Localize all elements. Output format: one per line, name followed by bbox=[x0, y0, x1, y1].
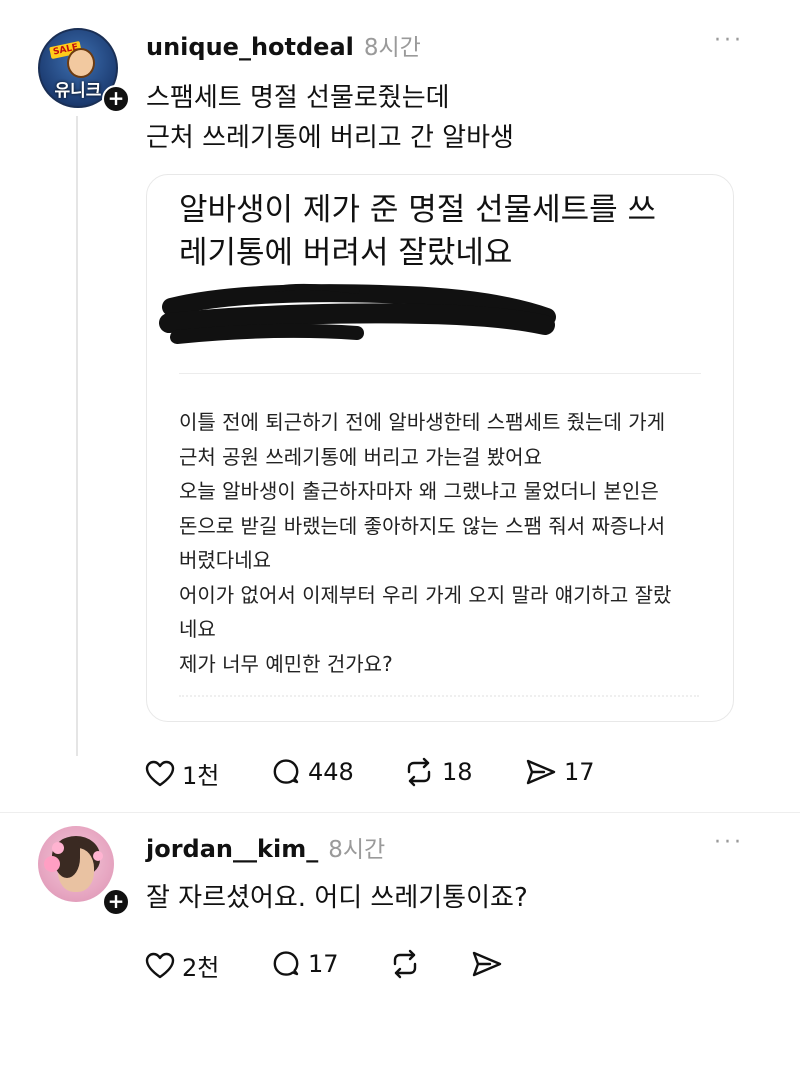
card-body-line: 네요 bbox=[179, 617, 216, 641]
share-icon bbox=[472, 951, 502, 977]
post: SALE 유니크 + unique_hotdeal 8시간 ··· 스팸세트 명… bbox=[0, 0, 800, 810]
more-icon[interactable]: ··· bbox=[714, 28, 744, 53]
card-body-line: 이틀 전에 퇴근하기 전에 알바생한테 스팸세트 줬는데 가게 bbox=[179, 410, 666, 434]
card-faint-footer bbox=[179, 695, 699, 699]
comment-icon bbox=[273, 759, 299, 784]
reply-header: jordan__kim_ 8시간 bbox=[146, 830, 385, 864]
post-text-line: 근처 쓰레기통에 버리고 간 알바생 bbox=[146, 123, 514, 153]
reply-text: 잘 자르셨어요. 어디 쓰레기통이죠? bbox=[146, 883, 528, 913]
reply-like-count: 2천 bbox=[182, 954, 220, 982]
comment-button[interactable]: 448 bbox=[270, 756, 354, 788]
comment-count: 448 bbox=[308, 758, 354, 786]
post-separator bbox=[0, 812, 800, 813]
card-body-line: 돈으로 받길 바랬는데 좋아하지도 않는 스팸 줘서 짜증나서 bbox=[179, 513, 666, 538]
embedded-post-card[interactable]: 알바생이 제가 준 명절 선물세트를 쓰 레기통에 버려서 잘랐네요 이틀 전에… bbox=[146, 174, 734, 722]
card-body-line: 제가 너무 예민한 건가요? bbox=[179, 651, 393, 676]
card-body-line: 어이가 없어서 이제부터 우리 가게 오지 말라 얘기하고 잘랐 bbox=[179, 582, 672, 607]
more-icon[interactable]: ··· bbox=[714, 830, 744, 855]
repost-icon bbox=[407, 757, 431, 787]
reply: + jordan__kim_ 8시간 ··· 잘 자르셨어요. 어디 쓰레기통이… bbox=[0, 814, 800, 1067]
follow-plus-icon[interactable]: + bbox=[102, 85, 130, 113]
post-header: unique_hotdeal 8시간 bbox=[146, 28, 421, 62]
reply-share-button[interactable] bbox=[470, 948, 504, 980]
share-count: 17 bbox=[564, 758, 595, 786]
share-button[interactable]: 17 bbox=[524, 756, 595, 788]
share-icon bbox=[526, 759, 556, 785]
avatar-flower bbox=[44, 856, 60, 872]
heart-icon bbox=[145, 760, 175, 786]
reply-comment-button[interactable]: 17 bbox=[270, 948, 339, 980]
heart-icon bbox=[145, 952, 175, 978]
avatar-face bbox=[67, 48, 95, 78]
post-text-line: 스팸세트 명절 선물로줬는데 bbox=[146, 83, 450, 113]
card-body-line: 오늘 알바생이 출근하자마자 왜 그랬냐고 물었더니 본인은 bbox=[179, 479, 659, 503]
post-text: 스팸세트 명절 선물로줬는데 근처 쓰레기통에 버리고 간 알바생 bbox=[146, 78, 514, 158]
reply-repost-button[interactable] bbox=[388, 948, 422, 980]
like-button[interactable]: 1천 bbox=[144, 756, 219, 791]
reply-like-button[interactable]: 2천 bbox=[144, 948, 219, 983]
reply-comment-count: 17 bbox=[308, 950, 339, 978]
follow-plus-icon[interactable]: + bbox=[102, 888, 130, 916]
reply-time: 8시간 bbox=[328, 837, 386, 863]
card-body-line: 근처 공원 쓰레기통에 버리고 가는걸 봤어요 bbox=[179, 444, 542, 469]
comment-icon bbox=[273, 951, 299, 976]
card-title-line: 레기통에 버려서 잘랐네요 bbox=[179, 235, 513, 271]
reply-avatar[interactable] bbox=[38, 826, 114, 902]
card-title: 알바생이 제가 준 명절 선물세트를 쓰 레기통에 버려서 잘랐네요 bbox=[179, 189, 656, 275]
card-divider bbox=[179, 373, 701, 374]
card-body: 이틀 전에 퇴근하기 전에 알바생한테 스팸세트 줬는데 가게 근처 공원 쓰레… bbox=[179, 405, 671, 681]
repost-button[interactable]: 18 bbox=[402, 756, 473, 788]
post-username[interactable]: unique_hotdeal bbox=[146, 33, 354, 61]
card-body-line: 버렸다네요 bbox=[179, 548, 271, 572]
repost-count: 18 bbox=[442, 758, 473, 786]
like-count: 1천 bbox=[182, 762, 220, 790]
post-time: 8시간 bbox=[363, 35, 421, 61]
reply-username[interactable]: jordan__kim_ bbox=[146, 835, 318, 863]
repost-icon bbox=[393, 949, 417, 979]
redacted-scribble bbox=[159, 283, 556, 344]
card-title-line: 알바생이 제가 준 명절 선물세트를 쓰 bbox=[179, 192, 657, 228]
thread-line bbox=[76, 116, 78, 756]
